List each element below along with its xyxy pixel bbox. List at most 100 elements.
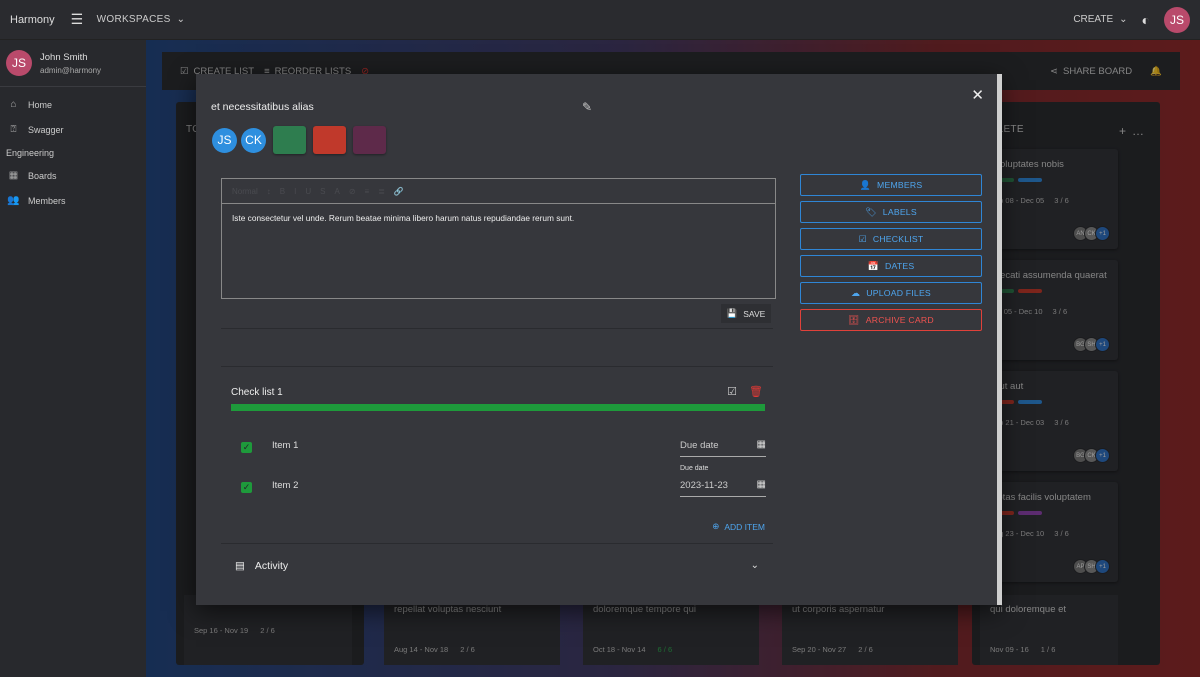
members-button[interactable]: 👤 MEMBERS xyxy=(800,174,982,196)
add-person-icon: 👤 xyxy=(859,179,872,190)
chevron-down-icon[interactable]: ⌄ xyxy=(751,560,759,571)
cloud-upload-icon: ☁ xyxy=(851,287,861,298)
label-chip[interactable] xyxy=(273,126,306,154)
checklist-section: Check list 1 ☑ 🗑 ✓ Item 1 Due date ▦ ✓ I… xyxy=(221,366,773,539)
home-icon: ⌂ xyxy=(10,99,17,110)
app-bar: Harmony ☰ WORKSPACES ⌄ CREATE ⌄ ◐ JS xyxy=(0,0,1200,40)
format-select[interactable]: Normal xyxy=(232,187,258,196)
archive-icon: 🗄 xyxy=(848,314,860,325)
menu-icon[interactable]: ☰ xyxy=(71,11,85,28)
sidebar-item-members[interactable]: 👥 Members xyxy=(0,188,146,213)
add-item-label: ADD ITEM xyxy=(724,521,765,532)
sidebar-item-label: Home xyxy=(28,99,53,110)
create-menu[interactable]: CREATE ⌄ xyxy=(1073,14,1127,25)
create-label: CREATE xyxy=(1073,14,1114,25)
ordered-list-icon[interactable]: ≡ xyxy=(365,187,370,196)
item-checkbox[interactable]: ✓ xyxy=(241,442,252,453)
label-chip[interactable] xyxy=(353,126,386,154)
save-label: SAVE xyxy=(743,308,766,319)
workspaces-label: WORKSPACES xyxy=(96,14,171,25)
calendar-icon[interactable]: ▦ xyxy=(757,479,766,490)
editor-toolbar: Normal ↕ B I U S A ⊘ ≡ ≣ 🔗 xyxy=(222,179,775,204)
user-avatar[interactable]: JS xyxy=(1164,6,1190,33)
add-item-button[interactable]: ⊕ ADD ITEM xyxy=(712,521,765,532)
boards-icon: ▦ xyxy=(8,170,19,181)
delete-icon[interactable]: 🗑 xyxy=(749,385,763,398)
italic-icon[interactable]: I xyxy=(294,187,296,196)
member-row: JS CK xyxy=(212,126,386,154)
chevron-down-icon: ⌄ xyxy=(176,14,186,25)
sidebar-section-title: Engineering xyxy=(6,148,55,158)
progress-fill xyxy=(231,404,765,411)
size-icon[interactable]: ↕ xyxy=(267,187,271,196)
avatar[interactable]: JS xyxy=(212,127,237,153)
link-icon[interactable]: 🔗 xyxy=(394,187,404,196)
text-color-icon[interactable]: A xyxy=(334,187,339,196)
calendar-icon: 📅 xyxy=(867,260,880,271)
due-date-placeholder: Due date xyxy=(680,440,719,451)
chevron-down-icon: ⌄ xyxy=(1119,14,1128,25)
notes-icon: ▤ xyxy=(235,559,245,572)
due-date-input[interactable]: 2023-11-23 ▦ xyxy=(680,479,766,497)
avatar: JS xyxy=(6,50,32,76)
save-icon: 💾 xyxy=(726,308,738,318)
upload-files-button[interactable]: ☁ UPLOAD FILES xyxy=(800,282,982,304)
app-brand[interactable]: Harmony xyxy=(10,14,55,26)
checklist-icon[interactable]: ☑ xyxy=(727,385,737,398)
archive-label: ARCHIVE CARD xyxy=(865,315,934,325)
checklist-label: CHECKLIST xyxy=(872,234,924,244)
user-email: admin@harmony xyxy=(40,65,102,75)
add-check-icon: ⊕ xyxy=(712,521,720,531)
checklist-actions: ☑ 🗑 xyxy=(727,385,763,398)
dates-button[interactable]: 📅 DATES xyxy=(800,255,982,277)
label-icon: 🏷 xyxy=(865,206,877,217)
due-date-label: Due date xyxy=(680,465,709,472)
label-chip[interactable] xyxy=(313,126,346,154)
item-label[interactable]: Item 1 xyxy=(272,440,298,451)
item-label[interactable]: Item 2 xyxy=(272,480,298,491)
sidebar-item-label: Boards xyxy=(28,170,57,181)
user-name: John Smith xyxy=(40,51,88,63)
sidebar-item-home[interactable]: ⌂ Home xyxy=(0,92,146,117)
checklist-progress xyxy=(231,404,765,411)
archive-card-button[interactable]: 🗄 ARCHIVE CARD xyxy=(800,309,982,331)
clear-format-icon[interactable]: ⊘ xyxy=(349,187,356,196)
activity-section[interactable]: ▤ Activity ⌄ xyxy=(221,543,773,587)
close-icon[interactable]: ✕ xyxy=(971,86,984,104)
labels-label: LABELS xyxy=(882,207,917,217)
item-checkbox[interactable]: ✓ xyxy=(241,482,252,493)
avatar[interactable]: CK xyxy=(241,127,266,153)
profile: JS John Smith admin@harmony xyxy=(0,40,146,87)
due-date-value: 2023-11-23 xyxy=(680,480,728,491)
activity-label: Activity xyxy=(254,559,289,572)
description-editor[interactable]: Normal ↕ B I U S A ⊘ ≡ ≣ 🔗 Iste consecte… xyxy=(221,178,776,299)
divider xyxy=(221,328,773,329)
sidebar: JS John Smith admin@harmony ⌂ Home ⍰ Swa… xyxy=(0,40,146,677)
checklist-item: ✓ Item 1 Due date ▦ xyxy=(239,437,766,457)
dates-label: DATES xyxy=(885,261,915,271)
members-label: MEMBERS xyxy=(877,180,923,190)
sidebar-item-label: Swagger xyxy=(28,124,64,135)
card-actions: 👤 MEMBERS 🏷 LABELS ☑ CHECKLIST 📅 DATES ☁ UPLO… xyxy=(800,174,982,336)
strike-icon[interactable]: S xyxy=(320,187,325,196)
checklist-icon: ☑ xyxy=(858,233,867,244)
checklist-button[interactable]: ☑ CHECKLIST xyxy=(800,228,982,250)
labels-button[interactable]: 🏷 LABELS xyxy=(800,201,982,223)
card-title[interactable]: et necessitatibus alias xyxy=(211,101,314,113)
workspaces-menu[interactable]: WORKSPACES ⌄ xyxy=(97,14,186,25)
calendar-icon[interactable]: ▦ xyxy=(757,439,766,450)
bullet-list-icon[interactable]: ≣ xyxy=(378,187,385,196)
card-detail-dialog: ✕ et necessitatibus alias ✎ JS CK Normal… xyxy=(196,74,1000,605)
sidebar-item-boards[interactable]: ▦ Boards xyxy=(0,163,146,188)
sidebar-item-swagger[interactable]: ⍰ Swagger xyxy=(0,117,146,142)
modal-scrollbar[interactable] xyxy=(997,74,1002,605)
bold-icon[interactable]: B xyxy=(280,187,285,196)
underline-icon[interactable]: U xyxy=(305,187,311,196)
description-text[interactable]: Iste consectetur vel unde. Rerum beatae … xyxy=(222,204,775,232)
app-bar-actions: CREATE ⌄ ◐ JS xyxy=(1073,6,1190,33)
theme-toggle-icon[interactable]: ◐ xyxy=(1142,12,1150,28)
save-button[interactable]: 💾 SAVE xyxy=(721,304,771,323)
edit-icon[interactable]: ✎ xyxy=(582,100,592,114)
help-icon: ⍰ xyxy=(10,124,17,135)
due-date-input[interactable]: Due date ▦ xyxy=(680,439,766,457)
